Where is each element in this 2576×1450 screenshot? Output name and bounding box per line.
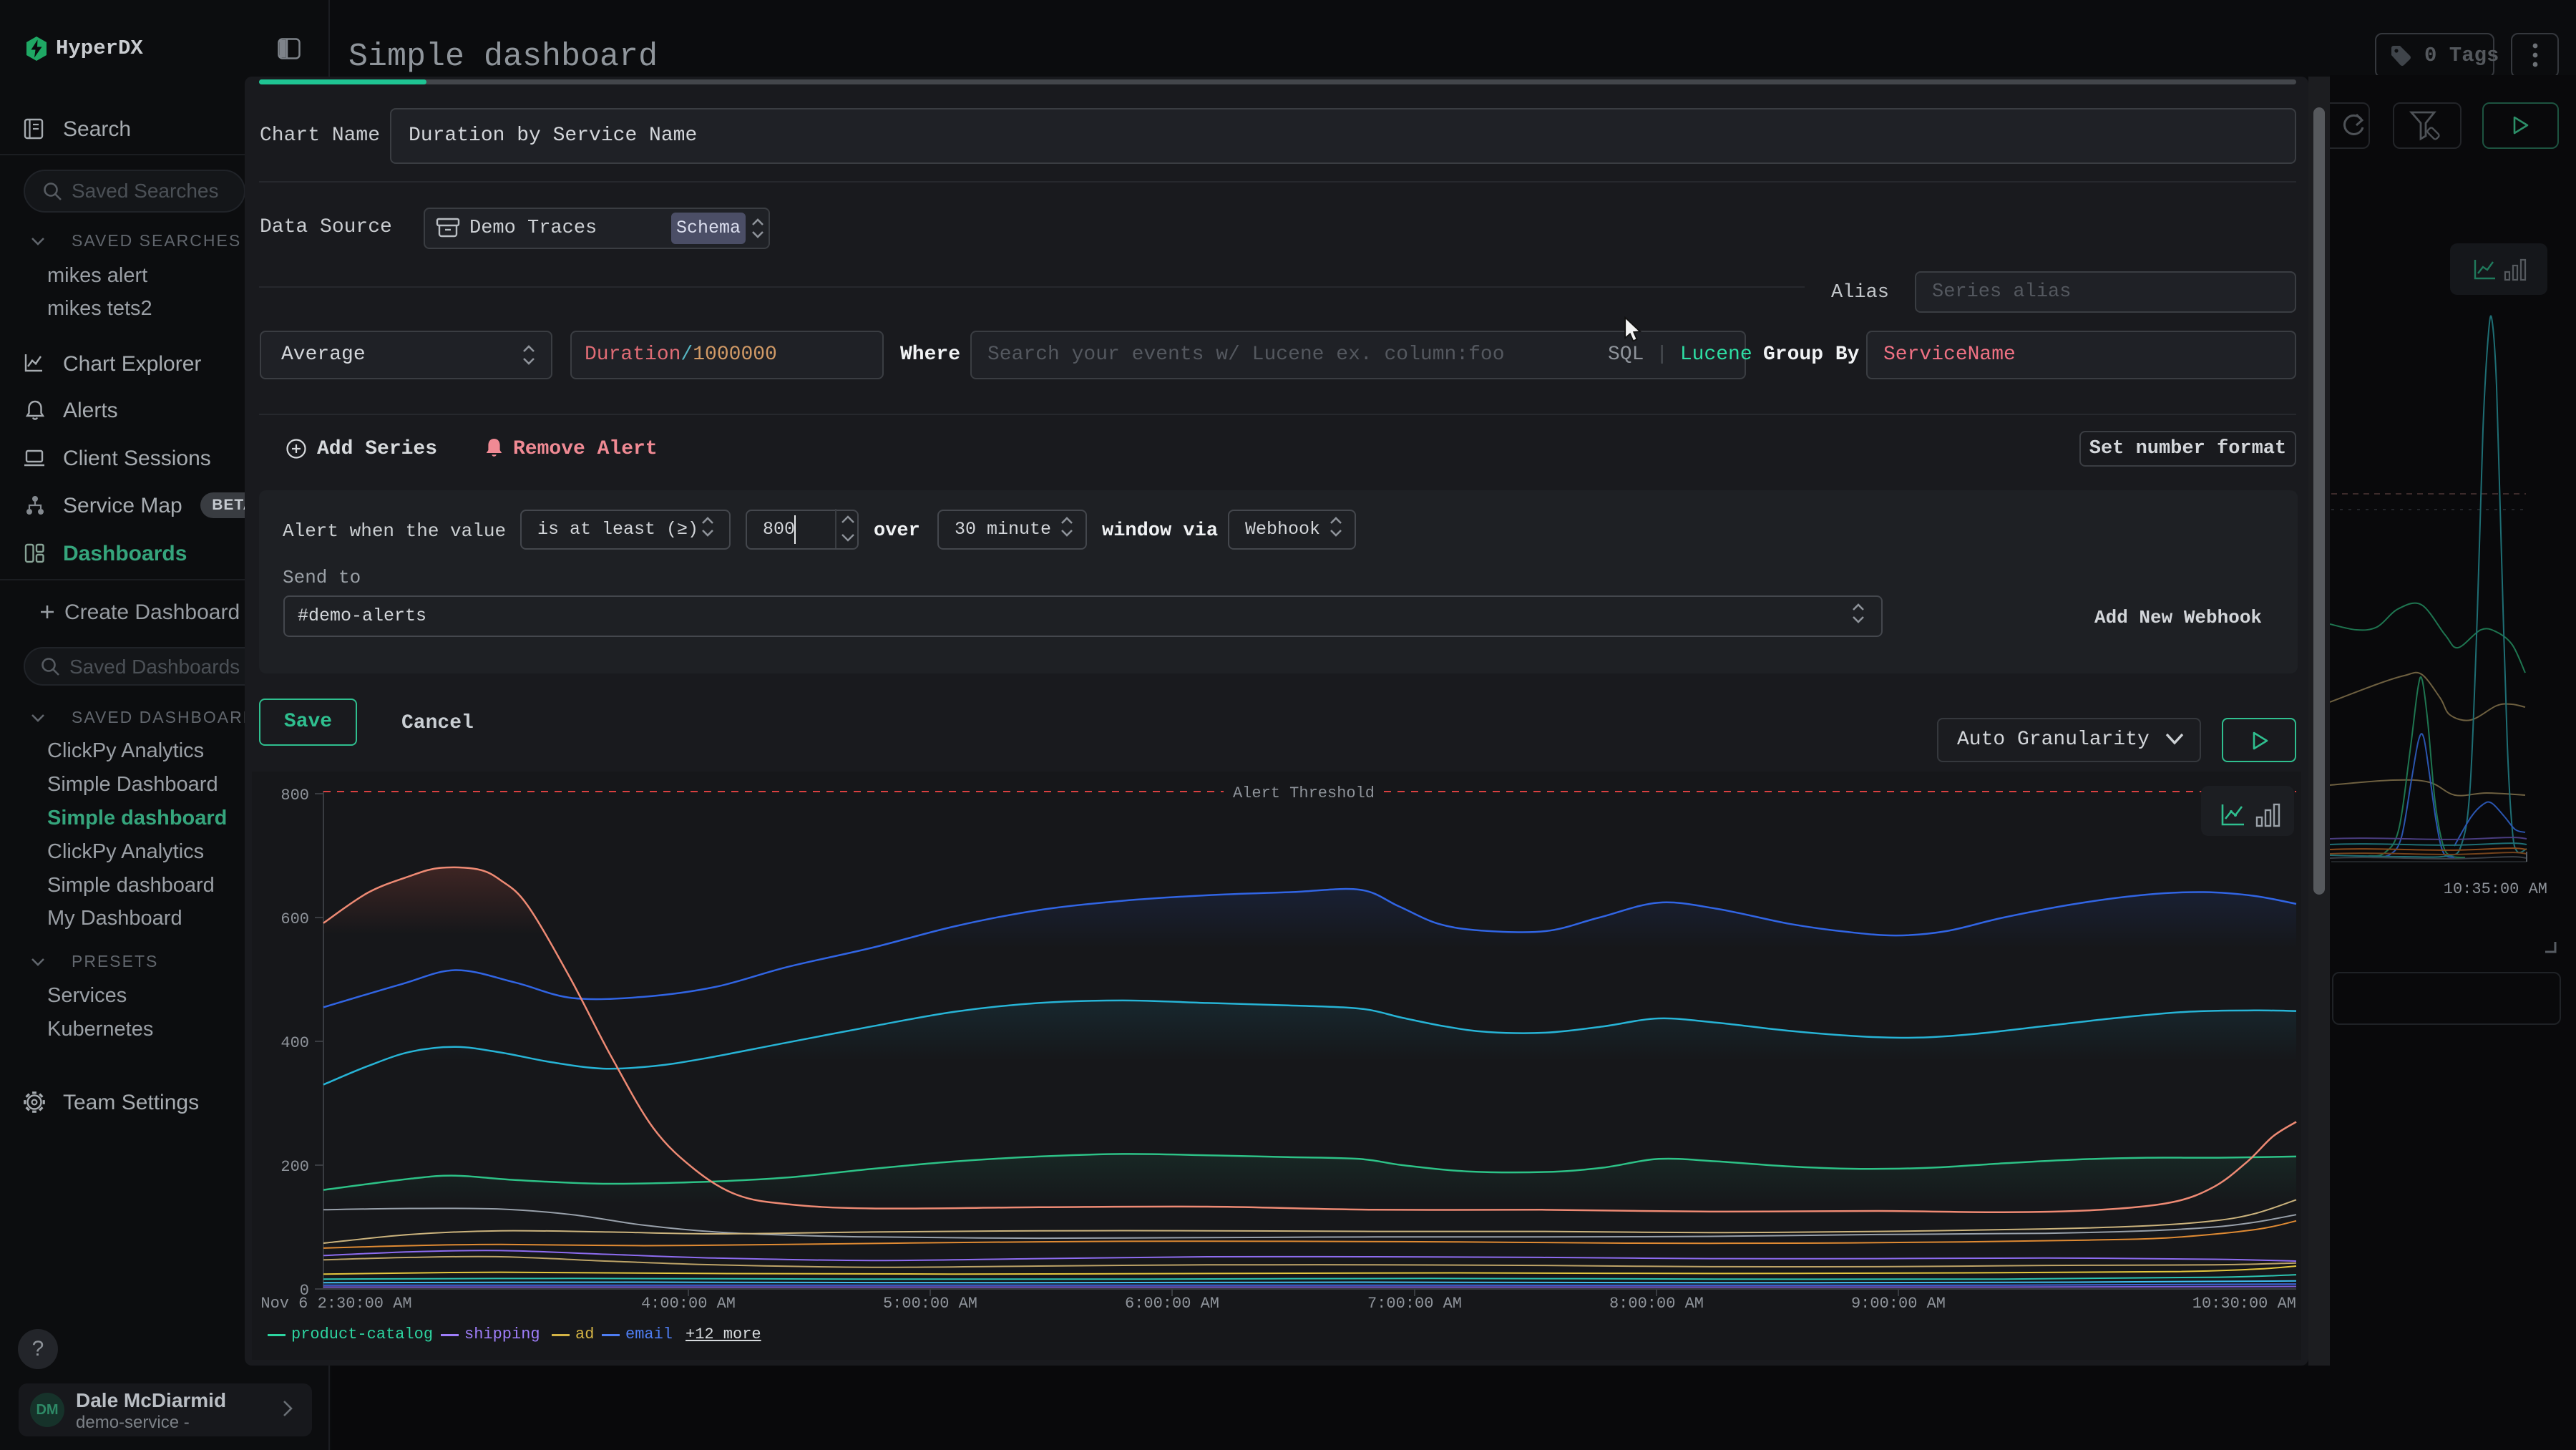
svg-text:5:00:00 AM: 5:00:00 AM (883, 1295, 977, 1313)
svg-text:6:00:00 AM: 6:00:00 AM (1125, 1295, 1219, 1313)
svg-text:10:30:00 AM: 10:30:00 AM (2192, 1295, 2296, 1313)
svg-text:10:35:00 AM: 10:35:00 AM (2444, 880, 2547, 898)
svg-text:4:00:00 AM: 4:00:00 AM (641, 1295, 736, 1313)
svg-text:7:00:00 AM: 7:00:00 AM (1367, 1295, 1462, 1313)
svg-text:8:00:00 AM: 8:00:00 AM (1609, 1295, 1704, 1313)
svg-text:Nov 6 2:30:00 AM: Nov 6 2:30:00 AM (260, 1295, 411, 1313)
svg-text:400: 400 (280, 1034, 309, 1052)
svg-text:9:00:00 AM: 9:00:00 AM (1851, 1295, 1946, 1313)
svg-text:600: 600 (280, 910, 309, 928)
svg-text:200: 200 (280, 1158, 309, 1176)
svg-text:Alert Threshold: Alert Threshold (1233, 784, 1375, 802)
svg-text:800: 800 (280, 787, 309, 804)
